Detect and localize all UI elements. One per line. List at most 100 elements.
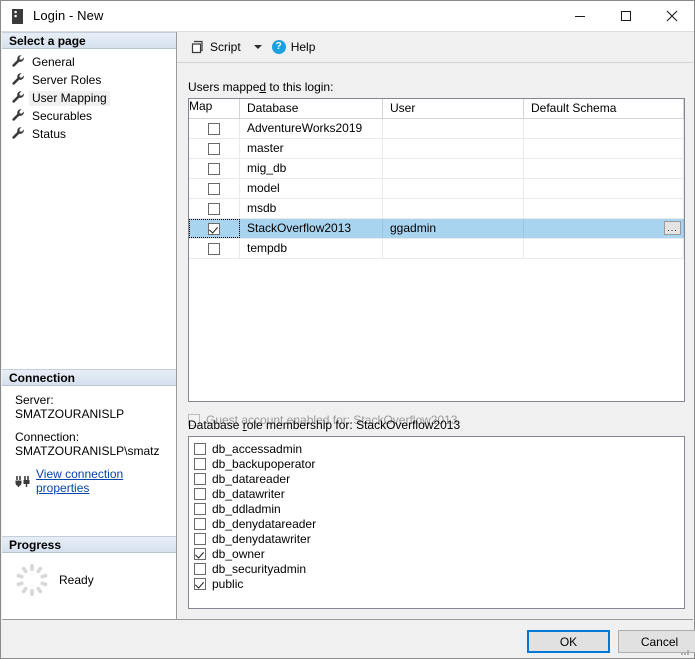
map-cell[interactable] — [189, 199, 240, 218]
map-checkbox[interactable] — [208, 202, 220, 215]
database-cell[interactable]: mig_db — [240, 159, 383, 178]
database-cell[interactable]: StackOverflow2013 — [240, 219, 383, 238]
user-cell[interactable] — [383, 199, 524, 218]
sidebar-item-general[interactable]: General — [2, 53, 176, 71]
default-schema-cell[interactable] — [524, 199, 684, 218]
chevron-down-icon[interactable] — [253, 45, 262, 49]
map-cell[interactable] — [189, 119, 240, 138]
role-list-item[interactable]: db_datareader — [194, 471, 684, 486]
sidebar-item-label: Securables — [32, 108, 93, 123]
user-cell[interactable] — [383, 179, 524, 198]
map-checkbox[interactable] — [208, 242, 220, 255]
table-row[interactable]: model — [189, 179, 684, 199]
database-cell[interactable]: msdb — [240, 199, 383, 218]
user-cell[interactable] — [383, 239, 524, 258]
wrench-icon — [11, 54, 29, 71]
table-row[interactable]: master — [189, 139, 684, 159]
role-list-item[interactable]: db_owner — [194, 546, 684, 561]
map-checkbox[interactable] — [208, 142, 220, 155]
select-page-header: Select a page — [2, 32, 176, 49]
sidebar-item-status[interactable]: Status — [2, 125, 176, 143]
role-checkbox[interactable] — [194, 457, 206, 470]
map-cell[interactable] — [189, 219, 240, 238]
role-checkbox[interactable] — [194, 562, 206, 575]
sidebar-item-label: Status — [32, 126, 67, 141]
server-icon — [12, 9, 23, 24]
role-checkbox[interactable] — [194, 532, 206, 545]
table-row[interactable]: mig_db — [189, 159, 684, 179]
map-checkbox[interactable] — [208, 182, 220, 195]
table-row[interactable]: tempdb — [189, 239, 684, 259]
map-checkbox[interactable] — [208, 222, 220, 235]
wrench-icon — [11, 108, 29, 125]
wrench-icon — [11, 90, 29, 107]
role-checkbox[interactable] — [194, 517, 206, 530]
close-button[interactable] — [649, 1, 695, 31]
column-header-map[interactable]: Map — [189, 99, 240, 118]
role-checkbox[interactable] — [194, 442, 206, 455]
role-list-item[interactable]: db_denydatareader — [194, 516, 684, 531]
resize-grip[interactable] — [680, 645, 690, 655]
role-label: db_datareader — [212, 471, 291, 486]
user-cell[interactable] — [383, 139, 524, 158]
role-checkbox[interactable] — [194, 547, 206, 560]
role-checkbox[interactable] — [194, 487, 206, 500]
role-list-item[interactable]: db_accessadmin — [194, 441, 684, 456]
view-connection-properties-link[interactable]: View connection properties — [36, 467, 176, 495]
role-label: public — [212, 576, 244, 591]
role-label: db_denydatawriter — [212, 531, 311, 546]
role-checkbox[interactable] — [194, 502, 206, 515]
role-checkbox[interactable] — [194, 577, 206, 590]
map-cell[interactable] — [189, 179, 240, 198]
database-cell[interactable]: master — [240, 139, 383, 158]
default-schema-cell[interactable] — [524, 239, 684, 258]
sidebar-item-user-mapping[interactable]: User Mapping — [2, 89, 176, 107]
sidebar-item-server-roles[interactable]: Server Roles — [2, 71, 176, 89]
role-list-item[interactable]: db_ddladmin — [194, 501, 684, 516]
role-label: db_accessadmin — [212, 441, 303, 456]
column-header-database[interactable]: Database — [240, 99, 383, 118]
database-cell[interactable]: tempdb — [240, 239, 383, 258]
user-mapping-grid[interactable]: Map Database User Default Schema AdventureW… — [188, 98, 685, 402]
role-list-item[interactable]: public — [194, 576, 684, 591]
default-schema-cell[interactable] — [524, 179, 684, 198]
map-cell[interactable] — [189, 239, 240, 258]
default-schema-cell[interactable] — [524, 159, 684, 178]
wrench-icon — [11, 72, 29, 89]
database-cell[interactable]: AdventureWorks2019 — [240, 119, 383, 138]
table-row[interactable]: AdventureWorks2019 — [189, 119, 684, 139]
progress-status: Ready — [59, 573, 94, 587]
column-header-default-schema[interactable]: Default Schema — [524, 99, 684, 118]
map-cell[interactable] — [189, 159, 240, 178]
map-checkbox[interactable] — [208, 162, 220, 175]
column-header-user[interactable]: User — [383, 99, 524, 118]
role-membership-list[interactable]: db_accessadmin db_backupoperator db_datare… — [188, 436, 685, 609]
left-pane: Select a page General Server Roles User Ma… — [2, 32, 177, 619]
map-cell[interactable] — [189, 139, 240, 158]
role-list-item[interactable]: db_datawriter — [194, 486, 684, 501]
role-list-item[interactable]: db_backupoperator — [194, 456, 684, 471]
default-schema-cell[interactable]: ... — [524, 219, 684, 238]
help-button[interactable]: ? Help — [268, 36, 320, 58]
user-cell[interactable] — [383, 159, 524, 178]
database-cell[interactable]: model — [240, 179, 383, 198]
role-checkbox[interactable] — [194, 472, 206, 485]
connection-header: Connection — [2, 369, 176, 386]
table-row[interactable]: msdb — [189, 199, 684, 219]
script-button[interactable]: Script — [187, 36, 245, 58]
login-dialog: Login - New Select a page General Server … — [0, 0, 695, 659]
user-cell[interactable]: ggadmin — [383, 219, 524, 238]
browse-schema-button[interactable]: ... — [664, 221, 681, 235]
default-schema-cell[interactable] — [524, 139, 684, 158]
sidebar-item-securables[interactable]: Securables — [2, 107, 176, 125]
minimize-button[interactable] — [557, 1, 603, 31]
map-checkbox[interactable] — [208, 122, 220, 135]
default-schema-cell[interactable] — [524, 119, 684, 138]
maximize-button[interactable] — [603, 1, 649, 31]
ok-button[interactable]: OK — [527, 630, 610, 653]
user-cell[interactable] — [383, 119, 524, 138]
role-list-item[interactable]: db_denydatawriter — [194, 531, 684, 546]
role-list-item[interactable]: db_securityadmin — [194, 561, 684, 576]
table-row[interactable]: StackOverflow2013 ggadmin... — [189, 219, 684, 239]
toolbar: Script ? Help — [177, 32, 693, 63]
